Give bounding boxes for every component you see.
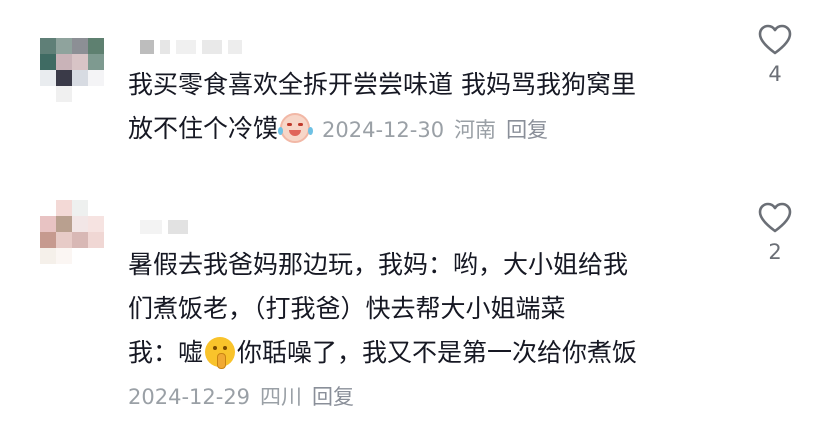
heart-outline-icon[interactable] [758,202,792,234]
like-button[interactable]: 4 [752,24,798,86]
comment-line: 们煮饭老，（打我爸）快去帮大小姐端菜 [128,294,566,323]
comment-date: 2024-12-29 [128,385,251,409]
comment-meta: 2024-12-30 河南 回复 [312,118,548,142]
comment-location: 四川 [260,385,303,409]
like-button[interactable]: 2 [752,202,798,264]
reply-button[interactable]: 回复 [312,385,354,409]
comment-text: 暑假去我爸妈那边玩，我妈：哟，大小姐给我 们煮饭老，（打我爸）快去帮大小姐端菜 … [128,243,637,419]
comment-item: 暑假去我爸妈那边玩，我妈：哟，大小姐给我 们煮饭老，（打我爸）快去帮大小姐端菜 … [0,190,828,440]
shushing-face-emoji [205,337,236,369]
crying-laughing-emoji [278,113,314,143]
username-blurred[interactable] [140,40,242,56]
like-count: 2 [768,240,782,264]
comment-line: 放不住个冷馍 [128,114,279,143]
comment-date: 2024-12-30 [322,118,445,142]
comment-line: 暑假去我爸妈那边玩，我妈：哟，大小姐给我 [128,250,629,279]
username-blurred[interactable] [140,220,188,236]
like-count: 4 [768,62,782,86]
comment-line: 我买零食喜欢全拆开尝尝味道 我妈骂我狗窝里 [128,70,636,99]
comment-line-with-emoji: 我：嘘 你聒噪了，我又不是第一次给你煮饭 [128,331,637,375]
reply-button[interactable]: 回复 [506,118,548,142]
avatar[interactable] [40,38,104,102]
heart-outline-icon[interactable] [758,24,792,56]
comment-line: 你聒噪了，我又不是第一次给你煮饭 [237,338,638,367]
avatar[interactable] [40,200,104,264]
comment-line: 我：嘘 [128,338,204,367]
comment-line-with-meta: 放不住个冷馍 2024-12-30 河南 回复 [128,107,636,152]
comment-item: 我买零食喜欢全拆开尝尝味道 我妈骂我狗窝里 放不住个冷馍 2024-12-30 河… [0,0,828,190]
comment-location: 河南 [454,118,497,142]
comment-text: 我买零食喜欢全拆开尝尝味道 我妈骂我狗窝里 放不住个冷馍 2024-12-30 河… [128,63,636,152]
comment-meta: 2024-12-29 四川 回复 [128,375,637,419]
